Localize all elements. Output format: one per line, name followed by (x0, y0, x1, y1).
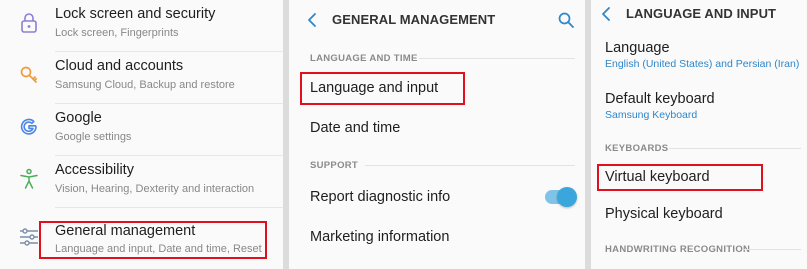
language-value: English (United States) and Persian (Ira… (605, 58, 800, 70)
settings-panel: Lock screen and security Lock screen, Fi… (0, 0, 283, 269)
highlight-box (597, 164, 763, 191)
menu-item-marketing[interactable]: Marketing information (310, 229, 449, 245)
general-management-panel: GENERAL MANAGEMENT LANGUAGE AND TIME Lan… (289, 0, 585, 269)
section-header-support: SUPPORT (310, 160, 359, 171)
highlight-box (300, 72, 465, 105)
accessibility-icon (18, 168, 40, 190)
menu-item-physical-keyboard[interactable]: Physical keyboard (605, 206, 723, 222)
settings-item-subtitle: Vision, Hearing, Dexterity and interacti… (55, 183, 255, 195)
settings-item-title: Cloud and accounts (55, 58, 184, 74)
key-icon (18, 64, 40, 86)
sliders-icon (18, 226, 40, 248)
section-header-keyboards: KEYBOARDS (605, 143, 669, 154)
settings-item-google[interactable]: Google Google settings (0, 104, 283, 156)
menu-item-language[interactable]: Language (605, 40, 670, 56)
settings-item-accessibility[interactable]: Accessibility Vision, Hearing, Dexterity… (0, 156, 283, 208)
settings-item-subtitle: Lock screen, Fingerprints (55, 27, 179, 39)
back-arrow-icon[interactable] (599, 4, 615, 24)
section-header-handwriting: HANDWRITING RECOGNITION (605, 244, 751, 255)
search-icon[interactable] (557, 11, 575, 34)
section-divider (669, 148, 801, 149)
settings-item-title: Lock screen and security (55, 6, 216, 22)
toggle-knob (557, 187, 577, 207)
back-arrow-icon[interactable] (305, 10, 321, 30)
header: LANGUAGE AND INPUT (591, 0, 807, 40)
settings-item-cloud-accounts[interactable]: Cloud and accounts Samsung Cloud, Backup… (0, 52, 283, 104)
google-icon (18, 116, 40, 138)
section-header-language-time: LANGUAGE AND TIME (310, 53, 418, 64)
report-diagnostic-toggle[interactable] (545, 187, 577, 207)
section-divider (365, 165, 575, 166)
menu-item-report-diagnostic[interactable]: Report diagnostic info (310, 189, 450, 205)
header: GENERAL MANAGEMENT (289, 0, 585, 40)
menu-item-date-time[interactable]: Date and time (310, 120, 400, 136)
menu-item-default-keyboard[interactable]: Default keyboard (605, 91, 715, 107)
settings-item-title: Accessibility (55, 162, 134, 178)
language-input-panel: LANGUAGE AND INPUT Language English (Uni… (591, 0, 807, 269)
page-title: GENERAL MANAGEMENT (332, 12, 496, 27)
settings-item-subtitle: Samsung Cloud, Backup and restore (55, 79, 235, 91)
section-divider (419, 58, 575, 59)
divider (55, 207, 283, 208)
section-divider (743, 249, 801, 250)
settings-item-lock-screen[interactable]: Lock screen and security Lock screen, Fi… (0, 0, 283, 52)
page-title: LANGUAGE AND INPUT (626, 6, 777, 21)
highlight-box (39, 221, 267, 259)
settings-item-title: Google (55, 110, 102, 126)
default-keyboard-value: Samsung Keyboard (605, 109, 698, 121)
settings-item-subtitle: Google settings (55, 131, 132, 143)
lock-icon (18, 12, 40, 34)
